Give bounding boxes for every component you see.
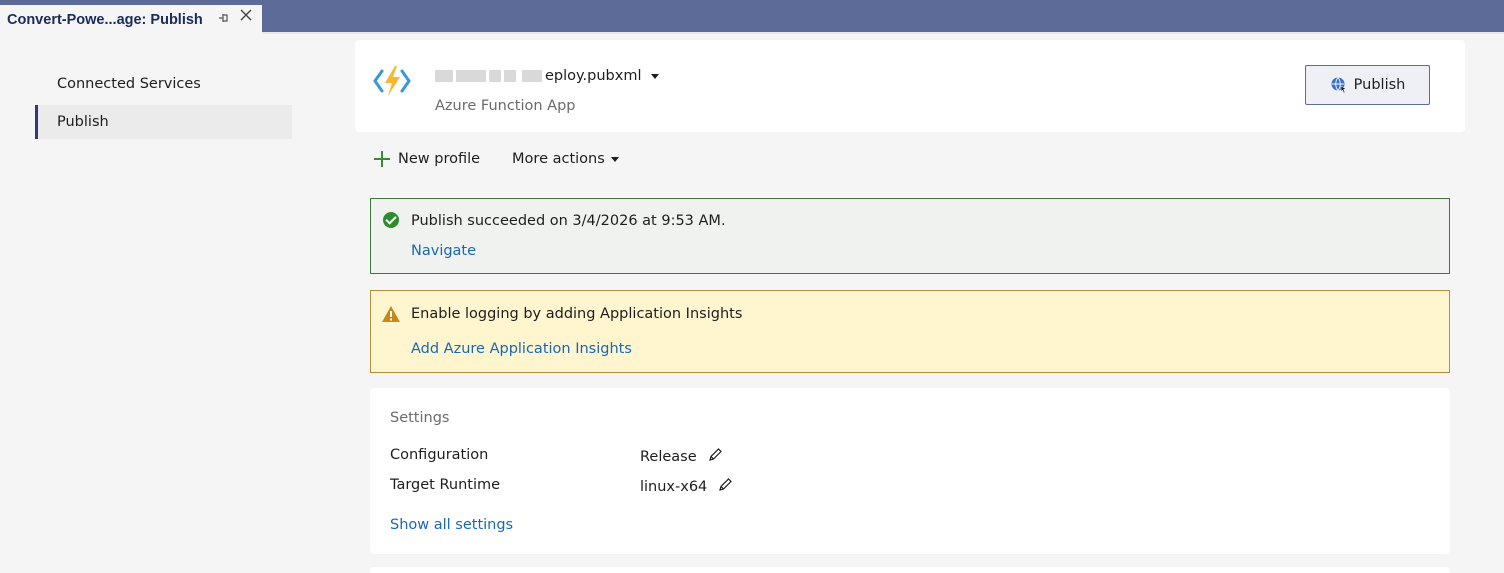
settings-heading: Settings xyxy=(390,410,450,426)
more-actions-dropdown[interactable]: More actions xyxy=(512,151,619,167)
edit-pencil-icon[interactable] xyxy=(707,447,723,467)
setting-value: Release xyxy=(640,449,697,465)
redacted-text xyxy=(456,70,486,82)
main-content: eploy.pubxml Azure Function App Publish … xyxy=(340,36,1504,573)
success-banner: Publish succeeded on 3/4/2026 at 9:53 AM… xyxy=(370,198,1450,274)
azure-function-icon xyxy=(373,64,411,98)
profile-type: Azure Function App xyxy=(435,98,576,114)
redacted-text xyxy=(522,70,542,82)
settings-panel: Settings Configuration Release Target Ru… xyxy=(370,388,1450,554)
document-tab-title: Convert-Powe...age: Publish xyxy=(7,11,203,28)
document-tab-bar: Convert-Powe...age: Publish xyxy=(0,0,1504,34)
warning-message: Enable logging by adding Application Ins… xyxy=(411,306,743,322)
profile-card: eploy.pubxml Azure Function App Publish xyxy=(355,40,1465,132)
add-application-insights-link[interactable]: Add Azure Application Insights xyxy=(411,341,632,357)
new-profile-button[interactable]: New profile xyxy=(398,151,480,167)
globe-publish-icon xyxy=(1331,77,1347,94)
nav-item-publish[interactable]: Publish xyxy=(35,105,292,139)
redacted-text xyxy=(504,70,516,82)
profile-name: eploy.pubxml xyxy=(545,68,642,84)
warning-icon xyxy=(381,305,401,323)
check-circle-icon xyxy=(383,212,399,228)
nav-item-connected-services[interactable]: Connected Services xyxy=(35,67,292,101)
redacted-text xyxy=(435,70,453,82)
action-bar: New profile More actions xyxy=(374,146,619,172)
publish-button[interactable]: Publish xyxy=(1305,65,1430,105)
redacted-text xyxy=(489,70,501,82)
document-tab[interactable]: Convert-Powe...age: Publish xyxy=(0,5,262,34)
profile-selector[interactable]: eploy.pubxml xyxy=(435,68,660,84)
setting-label-target-runtime: Target Runtime xyxy=(390,477,501,493)
warning-banner: Enable logging by adding Application Ins… xyxy=(370,290,1450,373)
nav-item-label: Connected Services xyxy=(57,76,201,92)
setting-value: linux-x64 xyxy=(640,479,708,495)
publish-button-label: Publish xyxy=(1353,77,1406,93)
plus-icon xyxy=(374,151,390,167)
show-all-settings-link[interactable]: Show all settings xyxy=(390,517,513,533)
navigate-link[interactable]: Navigate xyxy=(411,243,476,259)
chevron-down-icon[interactable] xyxy=(651,73,660,79)
nav-item-label: Publish xyxy=(57,114,109,130)
setting-label-configuration: Configuration xyxy=(390,447,489,463)
next-panel-edge xyxy=(370,567,1450,573)
edit-pencil-icon[interactable] xyxy=(717,477,733,497)
more-actions-label: More actions xyxy=(512,151,605,167)
close-icon[interactable] xyxy=(238,8,254,26)
success-message: Publish succeeded on 3/4/2026 at 9:53 AM… xyxy=(411,213,726,229)
setting-value-configuration: Release xyxy=(640,447,723,467)
setting-value-target-runtime: linux-x64 xyxy=(640,477,733,497)
left-navigation: Connected Services Publish xyxy=(0,36,340,573)
pin-icon[interactable] xyxy=(218,11,230,25)
chevron-down-icon xyxy=(610,156,619,162)
